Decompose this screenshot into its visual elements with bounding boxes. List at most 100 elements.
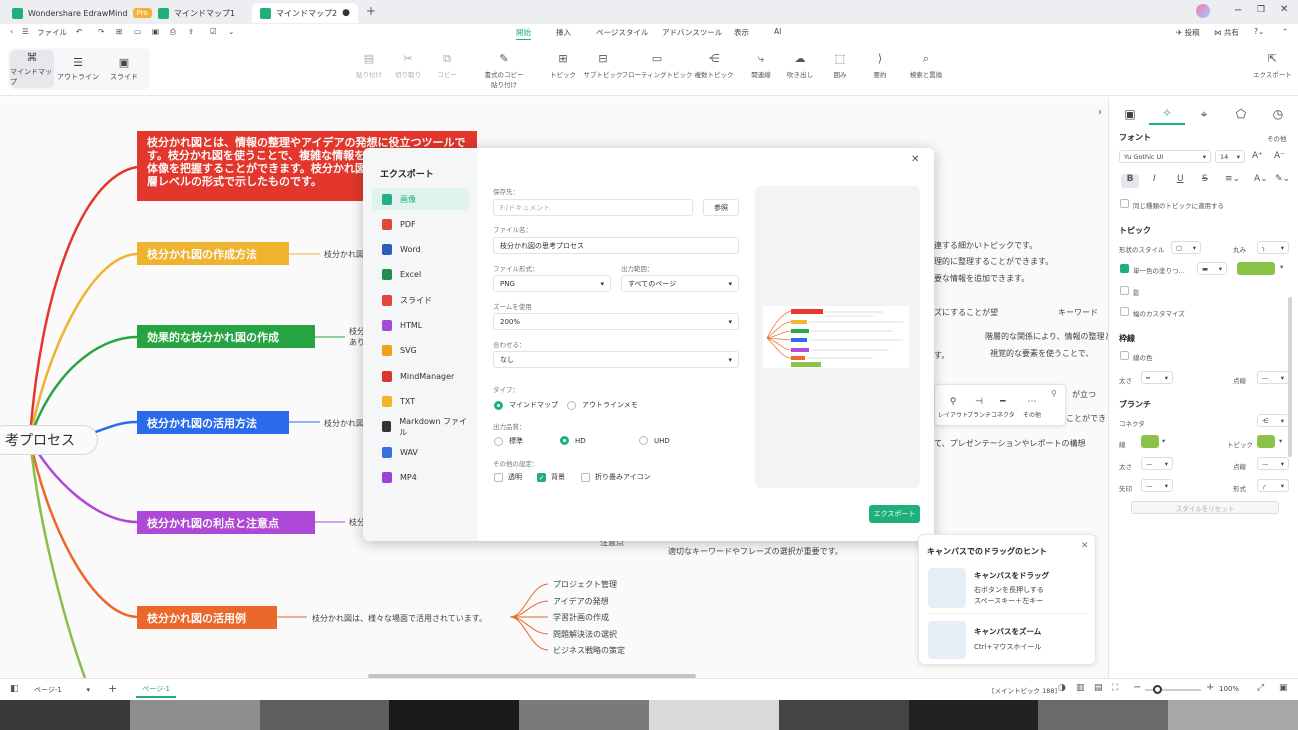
- line-color-checkbox[interactable]: [1120, 351, 1129, 360]
- ribbon-button-6[interactable]: ▭ フローティングトピック: [621, 52, 692, 79]
- fit-screen-icon[interactable]: ⛶: [1112, 683, 1118, 693]
- line-color-swatch[interactable]: [1141, 435, 1159, 448]
- new-icon[interactable]: ⊞: [116, 27, 122, 36]
- format-item[interactable]: スライド: [372, 289, 469, 311]
- quality-uhd-radio[interactable]: UHD: [639, 436, 670, 445]
- dash-select[interactable]: — ▾: [1257, 371, 1289, 384]
- format-item[interactable]: PDF: [372, 213, 469, 235]
- restore-icon[interactable]: ❐: [1257, 5, 1265, 15]
- shape-select[interactable]: ╭ ▾: [1257, 479, 1289, 492]
- add-page-icon[interactable]: +: [108, 682, 117, 695]
- filename-input[interactable]: 枝分かれ図の思考プロセス: [493, 237, 739, 254]
- tab-mindmap1[interactable]: マインドマップ1: [150, 3, 243, 23]
- zoom-in-icon[interactable]: +: [1206, 682, 1214, 693]
- open-icon[interactable]: ▭: [134, 27, 141, 36]
- export-quick-icon[interactable]: ⇪: [188, 27, 194, 36]
- format-item[interactable]: SVG: [372, 340, 469, 362]
- font-family-select[interactable]: Yu Gothic UI ▾: [1119, 150, 1211, 163]
- redo-icon[interactable]: ↷: [98, 27, 104, 36]
- shadow-checkbox[interactable]: [1120, 286, 1129, 295]
- fill-color-swatch[interactable]: [1237, 262, 1275, 275]
- bold-icon[interactable]: B: [1121, 174, 1139, 188]
- fullscreen-icon[interactable]: ⤢: [1257, 683, 1264, 693]
- filetype-select[interactable]: PNG ▾: [493, 275, 611, 292]
- ribbon-button-4[interactable]: ⊞ トピック: [543, 52, 583, 79]
- connector-select[interactable]: ⋲ ▾: [1257, 414, 1289, 427]
- layout-toggle-icon[interactable]: ▣: [1279, 683, 1288, 693]
- tab-history[interactable]: ◷: [1260, 103, 1296, 125]
- collapse-ribbon-icon[interactable]: ⌃: [1282, 27, 1288, 36]
- ribbon-button-2[interactable]: ⧉ コピー: [427, 52, 467, 79]
- format-item[interactable]: WAV: [372, 441, 469, 463]
- close-window-icon[interactable]: ✕: [1280, 4, 1288, 15]
- format-item[interactable]: HTML: [372, 315, 469, 337]
- quality-hd-radio[interactable]: HD: [560, 436, 586, 445]
- export-ribbon-button[interactable]: ⇱ エクスポート: [1253, 52, 1292, 79]
- sidebar-toggle-icon[interactable]: ◧: [10, 684, 19, 694]
- font-shrink-icon[interactable]: A⁻: [1274, 151, 1285, 161]
- tab-home[interactable]: 開始: [516, 27, 531, 41]
- page-select[interactable]: ページ-1 ▾: [30, 683, 94, 697]
- tab-marker[interactable]: ⌖: [1186, 103, 1222, 125]
- topic-color-swatch[interactable]: [1257, 435, 1275, 448]
- ribbon-button-8[interactable]: ⤷ 関連線: [741, 52, 781, 79]
- type-mindmap-radio[interactable]: マインドマップ: [494, 400, 558, 410]
- ribbon-button-11[interactable]: ⟩ 要約: [860, 52, 900, 79]
- tab-view[interactable]: 表示: [734, 27, 749, 38]
- back-icon[interactable]: ‹: [10, 27, 13, 36]
- chevron-down-icon[interactable]: ▾: [1162, 437, 1165, 445]
- zoom-out-icon[interactable]: −: [1133, 682, 1141, 693]
- range-select[interactable]: すべてのページ ▾: [621, 275, 739, 292]
- ribbon-button-9[interactable]: ☁ 吹き出し: [780, 52, 820, 79]
- tab-mindmap2[interactable]: マインドマップ2 ●: [252, 3, 358, 23]
- format-item[interactable]: MP4: [372, 466, 469, 488]
- page-tab[interactable]: ページ-1: [136, 682, 176, 698]
- thickness-select[interactable]: ━ ▾: [1141, 371, 1173, 384]
- tab-insert[interactable]: 挿入: [556, 27, 571, 38]
- font-size-select[interactable]: 14 ▾: [1215, 150, 1245, 163]
- view-slide-button[interactable]: ▣ スライド: [102, 50, 146, 88]
- export-button[interactable]: エクスポート: [869, 505, 920, 523]
- more-button[interactable]: ⋯ その他: [1023, 397, 1041, 419]
- dialog-close-button[interactable]: ✕: [911, 154, 919, 165]
- align-icon[interactable]: ≡⌄: [1225, 174, 1240, 184]
- branch-dash-select[interactable]: — ▾: [1257, 457, 1289, 470]
- format-item[interactable]: Word: [372, 239, 469, 261]
- format-item[interactable]: 画像: [372, 188, 469, 210]
- tab-theme[interactable]: ⬠: [1223, 103, 1259, 125]
- tab-app[interactable]: Wondershare EdrawMind Pro: [4, 3, 160, 23]
- zoom-select[interactable]: 200% ▾: [493, 313, 739, 330]
- theme-toggle-icon[interactable]: ◑: [1058, 683, 1066, 693]
- more-icon[interactable]: ⌄: [228, 27, 234, 36]
- shape-style-select[interactable]: ▢ ▾: [1171, 241, 1201, 254]
- tab-advanced[interactable]: アドバンスツール: [662, 27, 722, 38]
- ribbon-button-12[interactable]: ⌕ 検索と置換: [906, 52, 946, 79]
- tab-style[interactable]: ✧: [1149, 103, 1185, 125]
- undo-icon[interactable]: ↶: [76, 27, 82, 36]
- strikethrough-icon[interactable]: S: [1202, 174, 1208, 184]
- post-button[interactable]: ✈ 投稿: [1176, 27, 1200, 38]
- fill-pattern-select[interactable]: ▬ ▾: [1197, 262, 1227, 275]
- chevron-down-icon[interactable]: ▾: [1279, 437, 1282, 445]
- hint-close-icon[interactable]: ✕: [1081, 541, 1089, 551]
- view-outline-button[interactable]: ☰ アウトライン: [56, 50, 100, 88]
- avatar[interactable]: [1196, 4, 1210, 18]
- ribbon-button-5[interactable]: ⊟ サブトピック: [583, 52, 623, 79]
- panel-scrollbar[interactable]: [1288, 297, 1292, 457]
- rounded-select[interactable]: ╮ ▾: [1257, 241, 1289, 254]
- format-item[interactable]: Excel: [372, 264, 469, 286]
- ribbon-button-0[interactable]: ▤ 貼り付け: [349, 52, 389, 79]
- background-checkbox[interactable]: ✓ 背景: [537, 472, 565, 482]
- tab-page-style[interactable]: ページスタイル: [596, 27, 648, 38]
- book-icon[interactable]: ▥: [1076, 683, 1085, 693]
- browse-button[interactable]: 参照: [703, 199, 739, 216]
- arrow-select[interactable]: — ▾: [1141, 479, 1173, 492]
- apply-same-checkbox[interactable]: [1120, 199, 1129, 208]
- highlight-icon[interactable]: ✎⌄: [1275, 174, 1290, 184]
- underline-icon[interactable]: U: [1177, 174, 1184, 184]
- ribbon-button-1[interactable]: ✂ 切り取り: [388, 52, 428, 79]
- save-path-input[interactable]: F:/ドキュメント: [493, 199, 693, 216]
- width-custom-checkbox[interactable]: [1120, 307, 1129, 316]
- help-icon[interactable]: ?⌄: [1254, 27, 1264, 36]
- text-color-icon[interactable]: A⌄: [1254, 174, 1268, 184]
